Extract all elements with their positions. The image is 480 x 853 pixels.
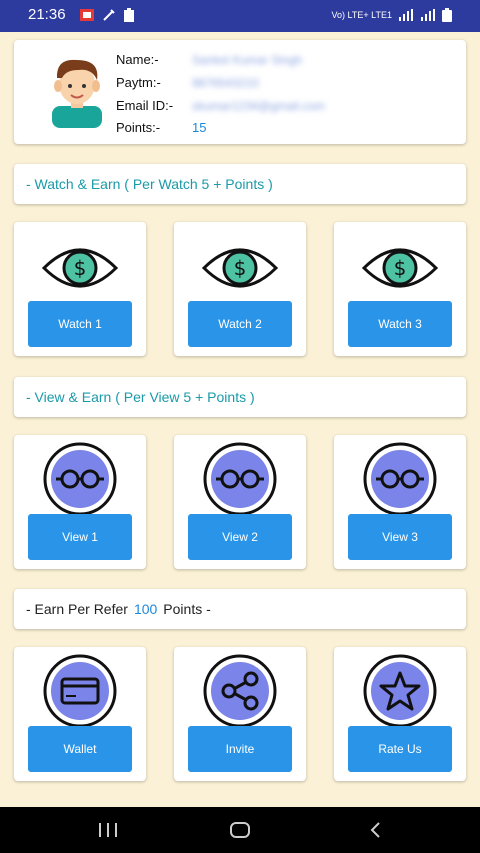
rate-tile[interactable]: Rate Us	[334, 647, 466, 781]
star-icon	[363, 654, 437, 728]
refer-suffix: Points -	[163, 601, 211, 617]
paytm-value: 9876543210	[192, 76, 259, 90]
refer-points: 100	[133, 601, 158, 617]
view-earn-title: - View & Earn ( Per View 5 + Points )	[26, 389, 255, 405]
glasses-icon	[43, 442, 117, 516]
status-system-icons: Vo) LTE+ LTE1	[332, 8, 452, 22]
battery-icon	[442, 8, 452, 22]
network-label: Vo) LTE+ LTE1	[331, 10, 392, 20]
watch-tile-1[interactable]: $ Watch 1	[14, 222, 146, 356]
view-3-button[interactable]: View 3	[348, 514, 452, 560]
points-label: Points:-	[116, 120, 161, 135]
view-earn-header: - View & Earn ( Per View 5 + Points )	[14, 377, 466, 417]
watch-tile-2[interactable]: $ Watch 2	[174, 222, 306, 356]
refer-prefix: - Earn Per Refer	[26, 601, 128, 617]
watch-1-button[interactable]: Watch 1	[28, 301, 132, 347]
watch-earn-title: - Watch & Earn ( Per Watch 5 + Points )	[26, 176, 273, 192]
wallet-icon	[43, 654, 117, 728]
clipboard-icon	[124, 8, 134, 22]
signal-icon-2	[421, 9, 435, 21]
signal-icon	[399, 9, 413, 21]
view-tile-1[interactable]: View 1	[14, 435, 146, 569]
eye-dollar-icon: $	[362, 248, 438, 288]
view-2-button[interactable]: View 2	[188, 514, 292, 560]
glasses-icon	[203, 442, 277, 516]
email-value: skumar1234@gmail.com	[192, 99, 325, 113]
invite-tile[interactable]: Invite	[174, 647, 306, 781]
email-label: Email ID:-	[116, 98, 174, 113]
wallet-button[interactable]: Wallet	[28, 726, 132, 772]
wallet-tile[interactable]: Wallet	[14, 647, 146, 781]
eye-dollar-icon: $	[202, 248, 278, 288]
invite-button[interactable]: Invite	[188, 726, 292, 772]
status-time: 21:36	[28, 6, 66, 23]
status-notifications	[80, 8, 134, 22]
watch-earn-header: - Watch & Earn ( Per Watch 5 + Points )	[14, 164, 466, 204]
watch-tile-3[interactable]: $ Watch 3	[334, 222, 466, 356]
view-tile-3[interactable]: View 3	[334, 435, 466, 569]
svg-text:$: $	[394, 256, 407, 280]
view-tile-2[interactable]: View 2	[174, 435, 306, 569]
eye-dollar-icon: $	[42, 248, 118, 288]
refer-header: - Earn Per Refer 100 Points -	[14, 589, 466, 629]
paytm-label: Paytm:-	[116, 75, 161, 90]
profile-card: Name:- Sanket Kumar Singh Paytm:- 987654…	[14, 40, 466, 144]
notification-icon	[80, 9, 94, 21]
tool-icon	[103, 9, 115, 21]
watch-2-button[interactable]: Watch 2	[188, 301, 292, 347]
view-1-button[interactable]: View 1	[28, 514, 132, 560]
points-value: 15	[192, 120, 207, 135]
name-label: Name:-	[116, 52, 159, 67]
home-icon[interactable]	[228, 820, 252, 840]
status-bar: 21:36 Vo) LTE+ LTE1	[0, 0, 480, 32]
share-icon	[203, 654, 277, 728]
name-value: Sanket Kumar Singh	[192, 53, 303, 67]
recent-apps-icon[interactable]	[96, 820, 120, 840]
back-icon[interactable]	[364, 820, 388, 840]
rate-us-button[interactable]: Rate Us	[348, 726, 452, 772]
watch-3-button[interactable]: Watch 3	[348, 301, 452, 347]
svg-text:$: $	[234, 256, 247, 280]
glasses-icon	[363, 442, 437, 516]
navigation-bar	[0, 807, 480, 853]
svg-text:$: $	[74, 256, 87, 280]
avatar	[52, 59, 102, 128]
